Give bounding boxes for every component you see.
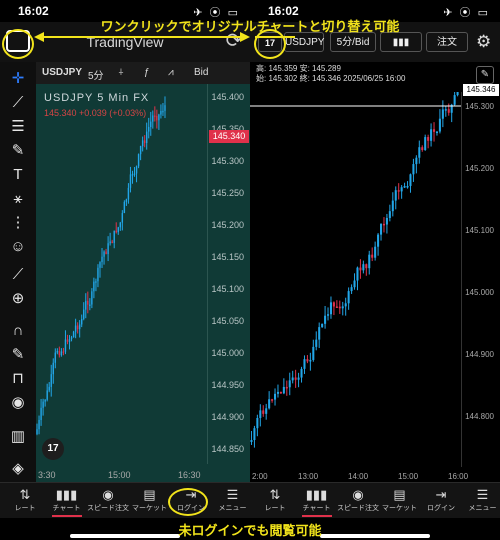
highlight-circle — [254, 29, 286, 59]
highlight-circle — [168, 488, 208, 516]
highlight-circle — [2, 29, 34, 59]
annotation-overlay — [34, 32, 295, 42]
